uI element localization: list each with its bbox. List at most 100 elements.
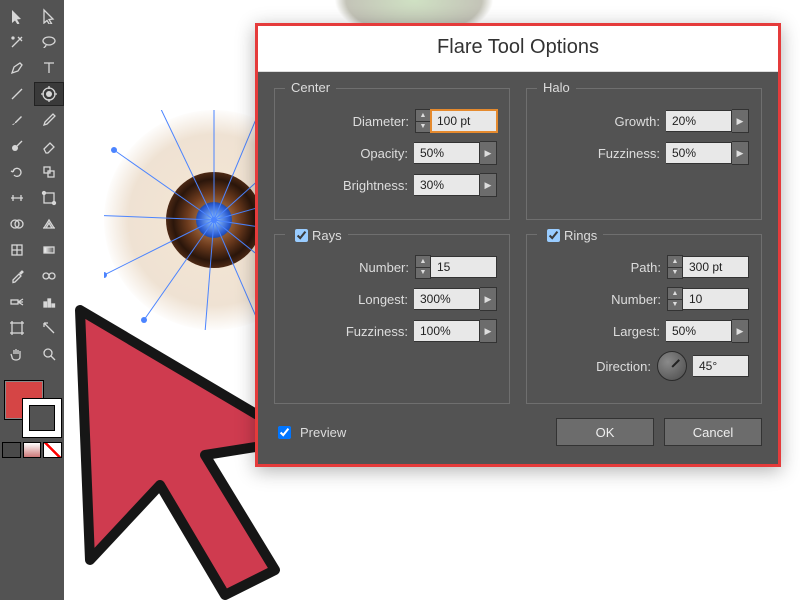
gradient-icon <box>41 242 57 258</box>
line-segment-icon <box>9 86 25 102</box>
eyedropper-icon <box>9 268 25 284</box>
largest-flyout[interactable]: ▶ <box>732 319 749 343</box>
tool-line-segment[interactable] <box>2 82 32 106</box>
path-stepper[interactable]: ▲▼ <box>667 255 683 279</box>
eraser-icon <box>41 138 57 154</box>
tool-lasso[interactable] <box>34 30 64 54</box>
center-group: Center Diameter: ▲▼ 100 pt Opacity: 50% … <box>274 88 510 220</box>
color-mode-gradient[interactable] <box>23 442 42 458</box>
rings-number-stepper[interactable]: ▲▼ <box>667 287 683 311</box>
selection-icon <box>9 8 25 24</box>
tool-direct-selection[interactable] <box>34 4 64 28</box>
pencil-icon <box>41 112 57 128</box>
tool-blob-brush[interactable] <box>2 134 32 158</box>
tool-flare[interactable] <box>34 82 64 106</box>
hand-icon <box>9 346 25 362</box>
diameter-stepper[interactable]: ▲▼ <box>415 109 431 133</box>
stroke-swatch[interactable] <box>22 398 62 438</box>
tool-eraser[interactable] <box>34 134 64 158</box>
tool-slice[interactable] <box>34 316 64 340</box>
direction-label: Direction: <box>539 359 651 374</box>
growth-flyout[interactable]: ▶ <box>732 109 749 133</box>
direction-dial[interactable] <box>657 351 687 381</box>
direction-field[interactable]: 45° <box>693 355 749 377</box>
tool-blend[interactable] <box>34 264 64 288</box>
artboard-icon <box>9 320 25 336</box>
blend-icon <box>41 268 57 284</box>
preview-checkbox[interactable] <box>278 426 291 439</box>
tool-zoom[interactable] <box>34 342 64 366</box>
halo-legend: Halo <box>537 80 576 95</box>
scale-icon <box>41 164 57 180</box>
column-graph-icon <box>41 294 57 310</box>
rays-checkbox[interactable] <box>295 229 308 242</box>
rotate-icon <box>9 164 25 180</box>
rays-number-label: Number: <box>287 260 409 275</box>
tool-scale[interactable] <box>34 160 64 184</box>
tool-symbol-sprayer[interactable] <box>2 290 32 314</box>
tool-pencil[interactable] <box>34 108 64 132</box>
tool-artboard[interactable] <box>2 316 32 340</box>
tool-mesh[interactable] <box>2 238 32 262</box>
diameter-label: Diameter: <box>287 114 409 129</box>
largest-field[interactable]: 50% <box>666 320 732 342</box>
opacity-field[interactable]: 50% <box>414 142 480 164</box>
rays-fuzziness-flyout[interactable]: ▶ <box>480 319 497 343</box>
tool-pen[interactable] <box>2 56 32 80</box>
cancel-button[interactable]: Cancel <box>664 418 762 446</box>
symbol-sprayer-icon <box>9 294 25 310</box>
tool-free-transform[interactable] <box>34 186 64 210</box>
path-label: Path: <box>539 260 661 275</box>
rings-checkbox[interactable] <box>547 229 560 242</box>
color-mode-solid[interactable] <box>2 442 21 458</box>
rays-number-stepper[interactable]: ▲▼ <box>415 255 431 279</box>
opacity-flyout[interactable]: ▶ <box>480 141 497 165</box>
rings-legend: Rings <box>564 228 597 243</box>
growth-field[interactable]: 20% <box>666 110 732 132</box>
tool-shape-builder[interactable] <box>2 212 32 236</box>
tool-column-graph[interactable] <box>34 290 64 314</box>
tool-width[interactable] <box>2 186 32 210</box>
direct-selection-icon <box>41 8 57 24</box>
dialog-title: Flare Tool Options <box>258 26 778 72</box>
mesh-icon <box>9 242 25 258</box>
free-transform-icon <box>41 190 57 206</box>
rays-fuzziness-label: Fuzziness: <box>287 324 408 339</box>
tool-eyedropper[interactable] <box>2 264 32 288</box>
color-swatches[interactable] <box>0 378 64 438</box>
longest-field[interactable]: 300% <box>414 288 480 310</box>
rays-fuzziness-field[interactable]: 100% <box>414 320 480 342</box>
brightness-flyout[interactable]: ▶ <box>480 173 497 197</box>
perspective-grid-icon <box>41 216 57 232</box>
tool-selection[interactable] <box>2 4 32 28</box>
rings-number-field[interactable]: 10 <box>683 288 749 310</box>
growth-label: Growth: <box>539 114 660 129</box>
shape-builder-icon <box>9 216 25 232</box>
zoom-icon <box>41 346 57 362</box>
tool-magic-wand[interactable] <box>2 30 32 54</box>
flare-icon <box>41 86 57 102</box>
color-mode-none[interactable] <box>43 442 62 458</box>
tool-paintbrush[interactable] <box>2 108 32 132</box>
halo-fuzziness-flyout[interactable]: ▶ <box>732 141 749 165</box>
largest-label: Largest: <box>539 324 660 339</box>
brightness-field[interactable]: 30% <box>414 174 480 196</box>
rays-number-field[interactable]: 15 <box>431 256 497 278</box>
opacity-label: Opacity: <box>287 146 408 161</box>
halo-fuzziness-field[interactable]: 50% <box>666 142 732 164</box>
tool-gradient[interactable] <box>34 238 64 262</box>
tool-rotate[interactable] <box>2 160 32 184</box>
tool-hand[interactable] <box>2 342 32 366</box>
ok-button[interactable]: OK <box>556 418 654 446</box>
longest-flyout[interactable]: ▶ <box>480 287 497 311</box>
width-icon <box>9 190 25 206</box>
path-field[interactable]: 300 pt <box>683 256 749 278</box>
lasso-icon <box>41 34 57 50</box>
pen-icon <box>9 60 25 76</box>
center-legend: Center <box>285 80 336 95</box>
diameter-field[interactable]: 100 pt <box>431 110 497 132</box>
tool-type[interactable] <box>34 56 64 80</box>
tool-perspective-grid[interactable] <box>34 212 64 236</box>
halo-group: Halo Growth: 20% ▶ Fuzziness: 50% ▶ <box>526 88 762 220</box>
toolbox <box>0 0 64 600</box>
